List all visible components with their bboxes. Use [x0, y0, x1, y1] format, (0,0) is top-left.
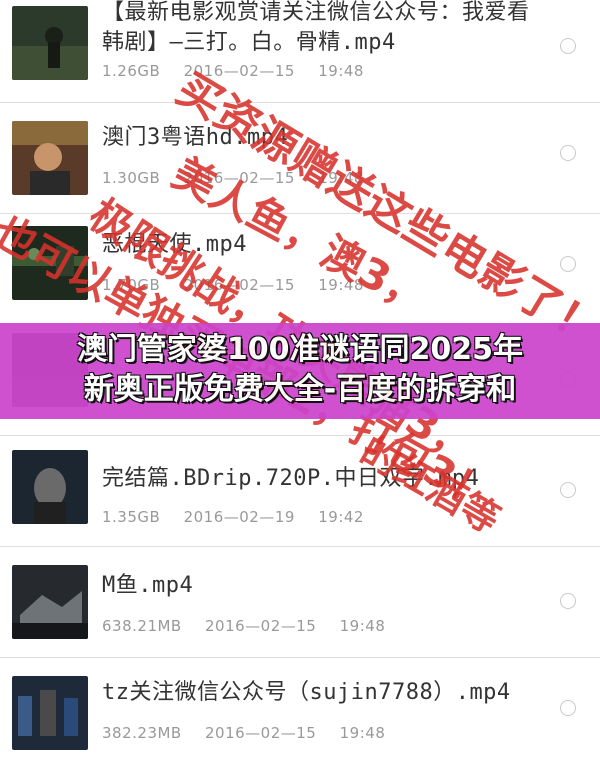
file-size: 1.26GB [102, 62, 161, 80]
file-date: 2016—02—15 [183, 276, 295, 294]
banner-line: 澳门管家婆100准谜语同2025年 [76, 332, 524, 367]
video-thumbnail [12, 6, 88, 80]
list-item[interactable]: 完结篇.BDrip.720P.中日双字.mp4 1.35GB 2016—02—1… [0, 436, 600, 547]
file-time: 19:48 [339, 724, 386, 742]
file-meta: 1.70GB 2016—02—15 19:48 [102, 276, 382, 294]
file-meta: 1.35GB 2016—02—19 19:42 [102, 508, 382, 526]
file-date: 2016—02—15 [205, 617, 317, 635]
file-title: 澳门3粤语hd.mp4 [102, 125, 289, 150]
banner-line: 新奥正版免费大全-百度的拆穿和 [83, 372, 517, 407]
file-time: 19:42 [318, 508, 364, 526]
list-item[interactable]: 恶棍天使.mp4 1.70GB 2016—02—15 19:48 [0, 214, 600, 325]
promo-banner[interactable]: 澳门管家婆100准谜语同2025年 新奥正版免费大全-百度的拆穿和 [0, 323, 600, 419]
list-item[interactable]: tz关注微信公众号（sujin7788）.mp4 382.23MB 2016—0… [0, 658, 600, 769]
file-title: 完结篇.BDrip.720P.中日双字.mp4 [102, 466, 480, 491]
file-title: M鱼.mp4 [102, 573, 194, 598]
file-meta: 1.26GB 2016—02—15 19:48 [102, 62, 382, 80]
select-radio[interactable] [560, 38, 576, 54]
file-date: 2016—02—15 [183, 169, 295, 187]
list-item[interactable]: M鱼.mp4 638.21MB 2016—02—15 19:48 [0, 547, 600, 658]
file-size: 1.70GB [102, 276, 161, 294]
video-thumbnail [12, 450, 88, 524]
video-thumbnail [12, 226, 88, 300]
file-meta: 1.30GB 2016—02—15 19:48 [102, 169, 382, 187]
file-title: 【最新电影观赏请关注微信公众号：我爱看韩剧】—三打。白。骨精.mp4 [102, 0, 530, 55]
file-title: 恶棍天使.mp4 [102, 232, 247, 257]
file-time: 19:48 [318, 276, 364, 294]
file-size: 638.21MB [102, 617, 182, 635]
video-thumbnail [12, 565, 88, 639]
file-size: 1.35GB [102, 508, 161, 526]
file-size: 1.30GB [102, 169, 161, 187]
video-thumbnail [12, 121, 88, 195]
file-date: 2016—02—19 [183, 508, 295, 526]
file-date: 2016—02—15 [183, 62, 295, 80]
select-radio[interactable] [560, 145, 576, 161]
select-radio[interactable] [560, 700, 576, 716]
select-radio[interactable] [560, 482, 576, 498]
select-radio[interactable] [560, 593, 576, 609]
file-meta: 382.23MB 2016—02—15 19:48 [102, 724, 403, 742]
list-item[interactable]: 【最新电影观赏请关注微信公众号：我爱看韩剧】—三打。白。骨精.mp4 1.26G… [0, 0, 600, 103]
file-meta: 638.21MB 2016—02—15 19:48 [102, 617, 403, 635]
file-time: 19:48 [339, 617, 386, 635]
select-radio[interactable] [560, 256, 576, 272]
file-date: 2016—02—15 [205, 724, 317, 742]
list-item[interactable]: 澳门3粤语hd.mp4 1.30GB 2016—02—15 19:48 [0, 103, 600, 214]
file-time: 19:48 [318, 169, 364, 187]
video-thumbnail [12, 676, 88, 750]
file-size: 382.23MB [102, 724, 182, 742]
file-time: 19:48 [318, 62, 364, 80]
file-title: tz关注微信公众号（sujin7788）.mp4 [102, 680, 511, 705]
